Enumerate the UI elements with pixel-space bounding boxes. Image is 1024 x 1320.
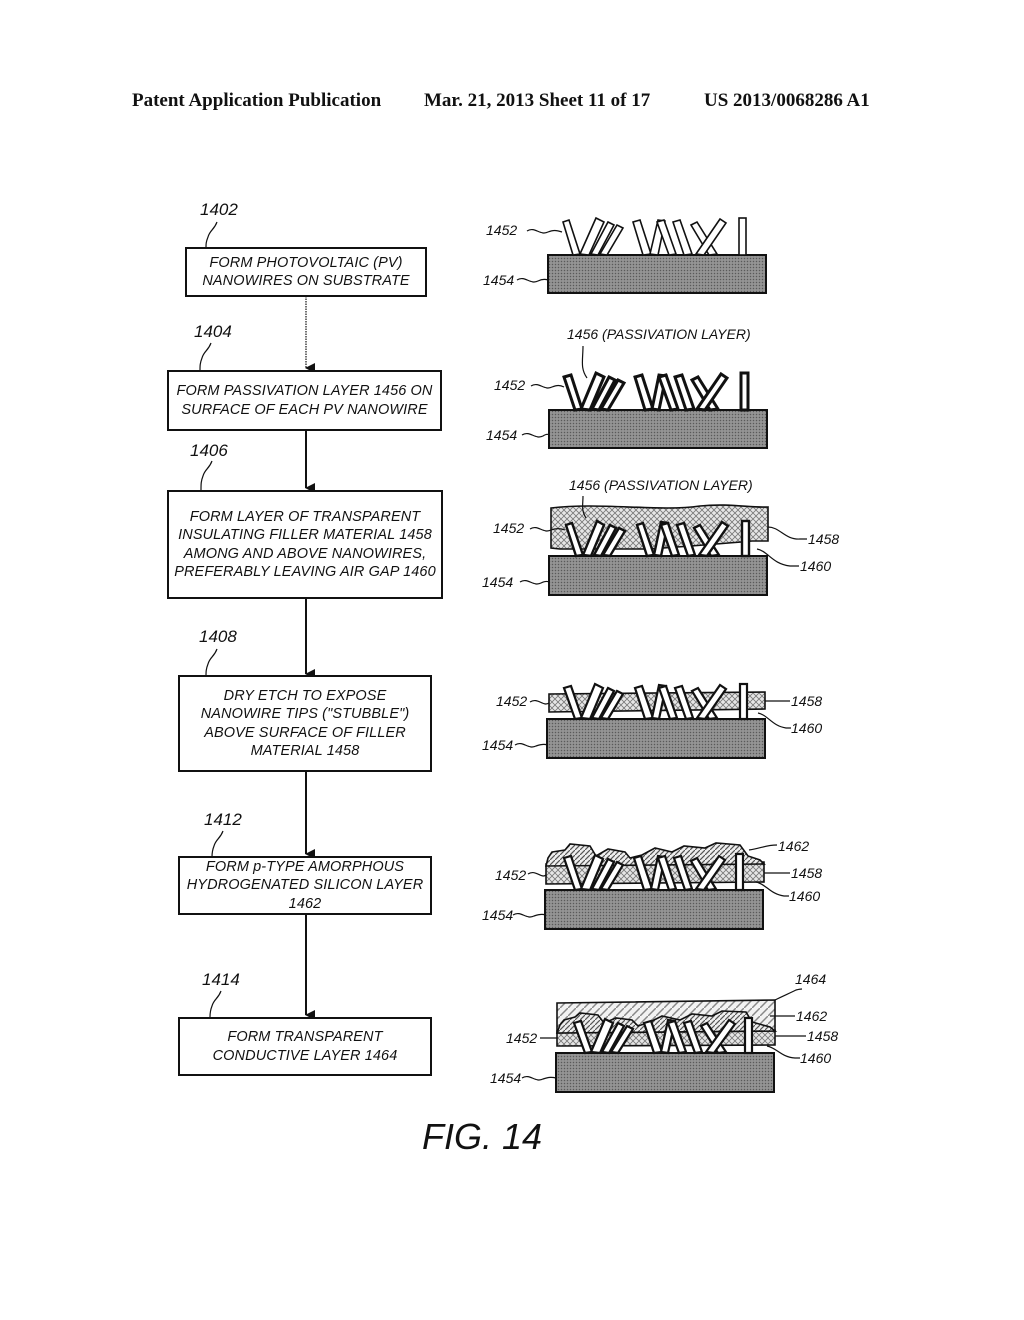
diagram-6 xyxy=(521,988,806,1093)
label-1456-passivation: 1456 (PASSIVATION LAYER) xyxy=(567,326,751,342)
step-1404-box: FORM PASSIVATION LAYER 1456 ON SURFACE O… xyxy=(167,370,442,431)
diagram-2 xyxy=(521,345,768,449)
diagram-1 xyxy=(516,216,767,294)
label-1454: 1454 xyxy=(482,574,514,590)
ref-1402: 1402 xyxy=(200,200,238,219)
label-1458: 1458 xyxy=(807,1028,839,1044)
ref-1412: 1412 xyxy=(204,810,242,829)
label-1452: 1452 xyxy=(496,693,528,709)
label-1462: 1462 xyxy=(778,838,810,854)
substrate-1454 xyxy=(548,409,768,449)
ref-1404: 1404 xyxy=(194,322,232,341)
ref-1408: 1408 xyxy=(199,627,237,646)
ref-1414: 1414 xyxy=(202,970,240,989)
substrate-1454 xyxy=(555,1052,775,1093)
label-1452: 1452 xyxy=(486,222,518,238)
label-1456-passivation: 1456 (PASSIVATION LAYER) xyxy=(569,477,753,493)
step-1406-box: FORM LAYER OF TRANSPARENT INSULATING FIL… xyxy=(167,490,443,599)
label-1452: 1452 xyxy=(493,520,525,536)
label-1454: 1454 xyxy=(482,907,514,923)
step-1408-box: DRY ETCH TO EXPOSE NANOWIRE TIPS ("STUBB… xyxy=(178,675,432,772)
step-1414-box: FORM TRANSPARENT CONDUCTIVE LAYER 1464 xyxy=(178,1017,432,1076)
nanowires-1452-passivated xyxy=(562,370,750,412)
label-1454: 1454 xyxy=(482,737,514,753)
substrate-1454 xyxy=(547,254,767,294)
substrate-1454 xyxy=(548,555,768,596)
label-1454: 1454 xyxy=(483,272,515,288)
label-1462: 1462 xyxy=(796,1008,828,1024)
label-1454: 1454 xyxy=(490,1070,522,1086)
label-1460: 1460 xyxy=(789,888,821,904)
label-1452: 1452 xyxy=(494,377,526,393)
label-1458: 1458 xyxy=(808,531,840,547)
label-1452: 1452 xyxy=(506,1030,538,1046)
figure-label: FIG. 14 xyxy=(422,1116,543,1157)
label-1460: 1460 xyxy=(800,558,832,574)
diagram-4 xyxy=(514,682,792,759)
label-1460: 1460 xyxy=(791,720,823,736)
substrate-1454 xyxy=(544,889,764,930)
label-1458: 1458 xyxy=(791,693,823,709)
diagram-3 xyxy=(519,495,807,596)
label-1452: 1452 xyxy=(495,867,527,883)
diagram-5 xyxy=(512,842,790,930)
label-1454: 1454 xyxy=(486,427,518,443)
substrate-1454 xyxy=(546,718,766,759)
nanowires-1452 xyxy=(562,216,747,256)
label-1458: 1458 xyxy=(791,865,823,881)
ref-1406: 1406 xyxy=(190,441,228,460)
step-1402-box: FORM PHOTOVOLTAIC (PV) NANOWIRES ON SUBS… xyxy=(185,247,427,297)
silicon-1462 xyxy=(544,842,766,867)
label-1460: 1460 xyxy=(800,1050,832,1066)
label-1464: 1464 xyxy=(795,971,827,987)
step-1412-box: FORM p-TYPE AMORPHOUS HYDROGENATED SILIC… xyxy=(178,856,432,915)
